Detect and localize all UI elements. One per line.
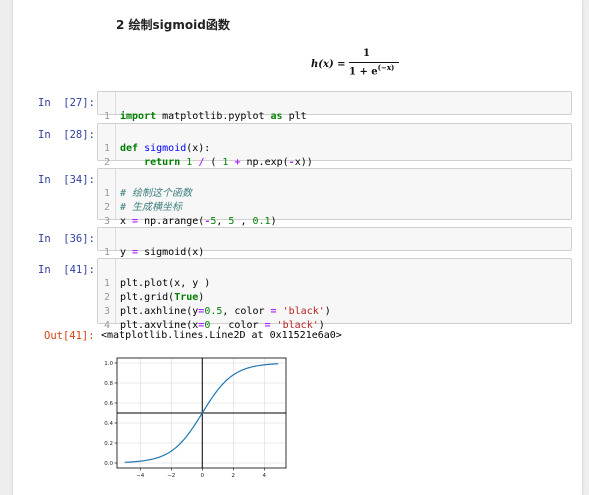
code-line: 1 def sigmoid(x):	[98, 128, 210, 154]
output-prompt: Out[41]:	[44, 330, 95, 342]
formula-exponent: (−x)	[377, 63, 395, 72]
code-editor[interactable]: 1 def sigmoid(x): 2 return 1 / ( 1 + np.e…	[97, 123, 572, 168]
formula-numerator: 1	[363, 48, 370, 59]
code-line: 1 plt.plot(x, y )	[98, 263, 210, 289]
formula-lhs: h(x) =	[311, 59, 346, 70]
x-tick-label: 4	[263, 473, 267, 479]
formula-denominator: 1 + e(−x)	[349, 63, 394, 77]
cell-prompt: In [41]:	[38, 264, 95, 276]
cell-prompt: In [27]:	[38, 97, 95, 109]
markdown-heading: 2 绘制sigmoid函数	[116, 18, 230, 32]
code-editor[interactable]: 1 import matplotlib.pyplot as plt	[97, 91, 572, 122]
code-text: plt.axhline(y=0.5, color = 'black')	[120, 306, 331, 317]
code-editor[interactable]: 1y = sigmoid(x)	[97, 227, 572, 258]
code-line: 2 plt.grid(True)	[98, 277, 204, 303]
code-editor[interactable]: 1 # 绘制这个函数 2 # 生成横坐标 3x = np.arange(-5, 5 …	[97, 168, 572, 227]
cell-prompt: In [28]:	[38, 129, 95, 141]
y-tick-label: 0.6	[104, 401, 113, 407]
y-tick-label: 0.8	[104, 381, 113, 387]
y-tick-label: 0.4	[104, 421, 113, 427]
x-tick-label: 2	[232, 473, 236, 479]
output-text: <matplotlib.lines.Line2D at 0x11521e6a0>	[101, 330, 342, 341]
code-line: 1 # 绘制这个函数	[98, 173, 192, 199]
code-line: 2 return 1 / ( 1 + np.exp(-x))	[98, 142, 313, 168]
formula-denominator-base: 1 + e	[349, 66, 378, 78]
code-line: 4 plt.axvline(x=0 , color = 'black')	[98, 305, 325, 331]
code-line: 3 plt.axhline(y=0.5, color = 'black')	[98, 291, 331, 317]
code-line: 3x = np.arange(-5, 5 , 0.1)	[98, 201, 277, 227]
code-line: 2 # 生成横坐标	[98, 187, 182, 213]
y-tick-label: 0.0	[104, 461, 113, 467]
line-number: 1	[103, 111, 110, 122]
cell-prompt: In [34]:	[38, 174, 95, 186]
code-editor[interactable]: 1 plt.plot(x, y ) 2 plt.grid(True) 3 plt.ax…	[97, 258, 572, 331]
y-tick-label: 0.2	[104, 441, 113, 447]
code-line: 1y = sigmoid(x)	[98, 232, 204, 258]
plot-ticks: −4 −2 0 2 4 0.0 0.2 0.4 0.6 0.8 1.0	[104, 361, 266, 479]
code-line: 1 import matplotlib.pyplot as plt	[98, 96, 307, 122]
x-tick-label: −2	[167, 473, 175, 479]
x-tick-label: 0	[201, 473, 205, 479]
y-tick-label: 1.0	[104, 361, 113, 367]
sigmoid-formula: h(x) = 1 1 + e(−x)	[311, 48, 411, 82]
sigmoid-plot: −4 −2 0 2 4 0.0 0.2 0.4 0.6 0.8 1.0	[104, 357, 287, 479]
cell-prompt: In [36]:	[38, 233, 95, 245]
x-tick-label: −4	[136, 473, 145, 479]
code-text: import matplotlib.pyplot as plt	[120, 111, 307, 122]
